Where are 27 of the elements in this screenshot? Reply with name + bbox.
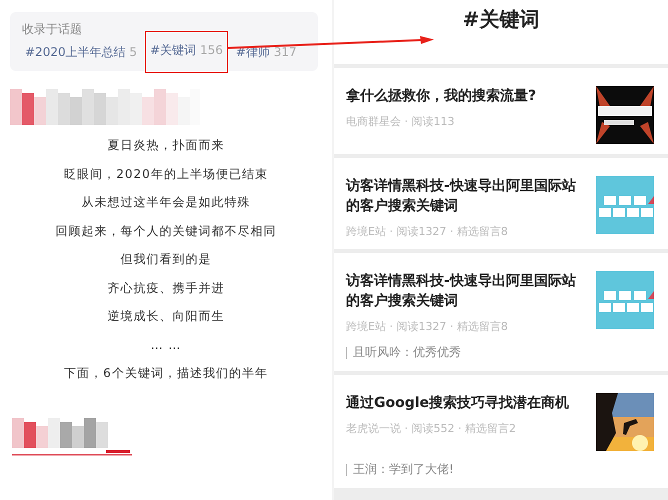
article-card[interactable]: 访客详情黑科技-快速导出阿里国际站的客户搜索关键词 跨境E站 · 阅读1327 · 精选留言8	[334, 158, 668, 249]
article-meta: 跨境E站 · 阅读1327 · 精选留言8	[346, 224, 509, 239]
article-line: 夏日炎热，扑面而来	[108, 137, 224, 154]
article-title[interactable]: 通过Google搜索技巧寻找潜在商机	[346, 393, 570, 413]
comment-text: 且听风吟：优秀优秀	[353, 344, 461, 361]
topic-tag[interactable]: #2020上半年总结 5	[22, 41, 140, 63]
article-card[interactable]: 通过Google搜索技巧寻找潜在商机 老虎说一说 · 阅读552 · 精选留言2 王润：学到了大佬!	[334, 375, 668, 488]
article-line: 逆境成长、向阳而生	[108, 308, 224, 325]
article-line: … …	[150, 336, 182, 354]
article-line: 回顾起来，每个人的关键词都不尽相同	[56, 222, 276, 240]
topic-heading: 收录于话题	[22, 21, 83, 38]
article-meta: 电商群星会 · 阅读113	[346, 114, 456, 129]
article-card[interactable]: 拿什么拯救你，我的搜索流量? 电商群星会 · 阅读113	[334, 68, 668, 154]
article-line: 从未想过这半年会是如此特殊	[82, 194, 250, 211]
article-line: 眨眼间，2020年的上半场便已结束	[64, 166, 268, 182]
article-title[interactable]: 访客详情黑科技-快速导出阿里国际站的客户搜索关键词	[346, 271, 586, 311]
article-meta: 跨境E站 · 阅读1327 · 精选留言8	[346, 319, 509, 334]
article-line: 下面，6个关键词，描述我们的半年	[64, 365, 268, 382]
article-card[interactable]: 访客详情黑科技-快速导出阿里国际站的客户搜索关键词 跨境E站 · 阅读1327 · 精选留言8 且听风吟：优秀优秀	[334, 253, 668, 371]
article-line: 齐心抗疫、携手并进	[108, 280, 224, 296]
article-line: 但我们看到的是	[120, 251, 212, 268]
article-title[interactable]: 拿什么拯救你，我的搜索流量?	[346, 86, 536, 106]
article-meta: 老虎说一说 · 阅读552 · 精选留言2	[346, 421, 517, 436]
article-title[interactable]: 访客详情黑科技-快速导出阿里国际站的客户搜索关键词	[346, 176, 586, 216]
topic-tag[interactable]: #关键词 156	[145, 31, 228, 73]
comment-text: 王润：学到了大佬!	[353, 461, 454, 478]
page-title: #关键词	[462, 6, 540, 33]
